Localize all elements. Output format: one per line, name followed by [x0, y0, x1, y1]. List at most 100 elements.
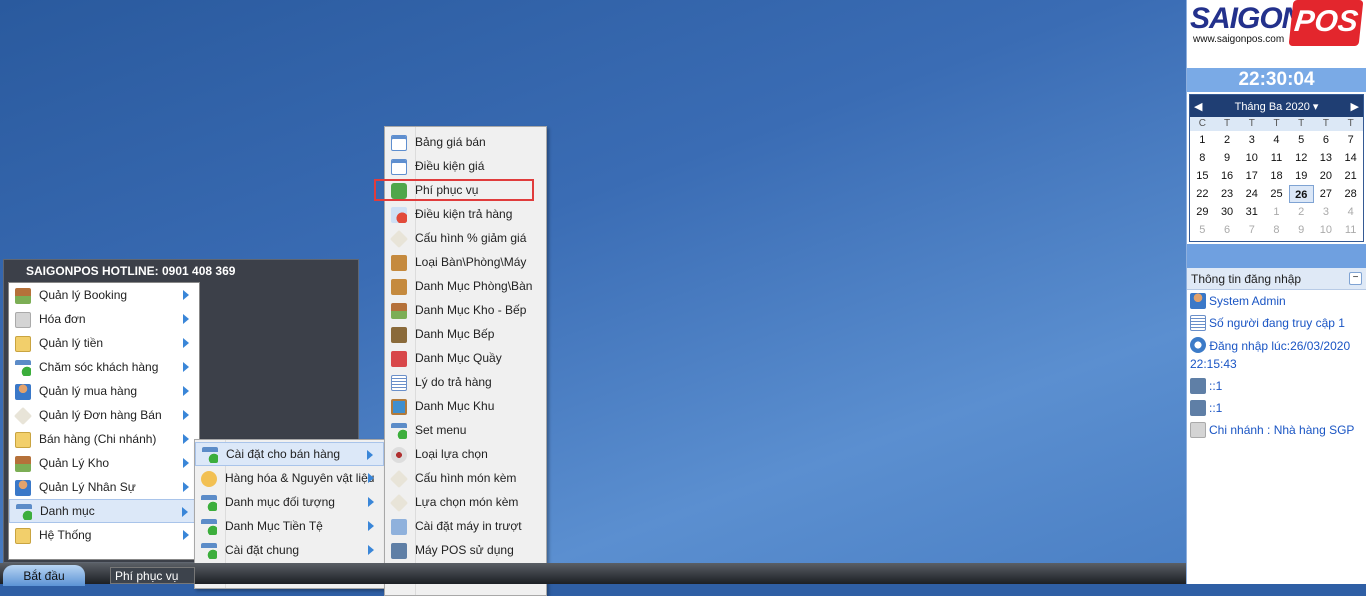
- calendar-day[interactable]: 4: [1264, 131, 1289, 149]
- menu-item[interactable]: Lý do trả hàng: [385, 370, 546, 394]
- branch-text: Chi nhánh : Nhà hàng SGP: [1209, 423, 1355, 437]
- menu-item[interactable]: Danh Mục Quầy: [385, 346, 546, 370]
- menu-item[interactable]: Máy POS sử dụng: [385, 538, 546, 562]
- calendar-day[interactable]: 7: [1239, 221, 1264, 239]
- calendar-day[interactable]: 2: [1289, 203, 1314, 221]
- menu-item[interactable]: Điều kiện trả hàng: [385, 202, 546, 226]
- prev-month-icon[interactable]: ◀: [1194, 100, 1202, 113]
- menu-item[interactable]: Quản lý mua hàng: [9, 379, 199, 403]
- menu-item[interactable]: Loại lựa chọn: [385, 442, 546, 466]
- calendar-day[interactable]: 23: [1215, 185, 1240, 203]
- menu-item-label: Chăm sóc khách hàng: [39, 360, 159, 374]
- menu-item[interactable]: Set menu: [385, 418, 546, 442]
- calendar-day[interactable]: 27: [1314, 185, 1339, 203]
- calendar-day[interactable]: 7: [1338, 131, 1363, 149]
- menu-item[interactable]: Hệ Thống: [9, 523, 199, 547]
- menu-item[interactable]: Danh Mục Bếp: [385, 322, 546, 346]
- menu-item[interactable]: Loại Bàn\Phòng\Máy: [385, 250, 546, 274]
- menu-item[interactable]: Quản lý tiền: [9, 331, 199, 355]
- chevron-right-icon: [183, 530, 189, 540]
- calendar-day[interactable]: 9: [1289, 221, 1314, 239]
- menu-item[interactable]: Danh Mục Phòng\Bàn: [385, 274, 546, 298]
- menu-item[interactable]: Cài đặt cho bán hàng: [195, 442, 384, 466]
- collapse-icon[interactable]: −: [1349, 272, 1362, 285]
- menu-item[interactable]: Danh Mục Khu: [385, 394, 546, 418]
- menu-item[interactable]: Quản Lý Kho: [9, 451, 199, 475]
- calendar-day[interactable]: 19: [1289, 167, 1314, 185]
- calendar-day[interactable]: 4: [1338, 203, 1363, 221]
- calendar-day[interactable]: 18: [1264, 167, 1289, 185]
- chevron-right-icon: [182, 507, 188, 517]
- calendar-day[interactable]: 15: [1190, 167, 1215, 185]
- calendar-day[interactable]: 11: [1338, 221, 1363, 239]
- calendar-day[interactable]: 3: [1314, 203, 1339, 221]
- calendar-day[interactable]: 14: [1338, 149, 1363, 167]
- calendar-day[interactable]: 26: [1288, 185, 1314, 203]
- calendar-day[interactable]: 28: [1338, 185, 1363, 203]
- calendar-day[interactable]: 30: [1215, 203, 1240, 221]
- menu-item[interactable]: Quản Lý Nhân Sự: [9, 475, 199, 499]
- folder-icon: [15, 335, 31, 352]
- chevron-right-icon: [183, 338, 189, 348]
- calendar-day[interactable]: 6: [1215, 221, 1240, 239]
- calendar-day[interactable]: 1: [1190, 131, 1215, 149]
- calendar-day[interactable]: 22: [1190, 185, 1215, 203]
- clock-icon: [1190, 337, 1206, 353]
- menu-item[interactable]: Hàng hóa & Nguyên vật liệu: [195, 466, 384, 490]
- calendar-day[interactable]: 8: [1190, 149, 1215, 167]
- menu-item[interactable]: Hóa đơn: [9, 307, 199, 331]
- calendar-day[interactable]: 16: [1215, 167, 1240, 185]
- menu-item[interactable]: Cài đặt chung: [195, 538, 384, 562]
- calendar-day[interactable]: 17: [1239, 167, 1264, 185]
- calendar-day[interactable]: 10: [1314, 221, 1339, 239]
- calendar-day[interactable]: 10: [1239, 149, 1264, 167]
- calendar-day[interactable]: 6: [1314, 131, 1339, 149]
- computer-icon: [1190, 378, 1206, 394]
- next-month-icon[interactable]: ▶: [1351, 100, 1359, 113]
- calendar-day[interactable]: 8: [1264, 221, 1289, 239]
- calendar-day[interactable]: 21: [1338, 167, 1363, 185]
- calendar-day[interactable]: 31: [1239, 203, 1264, 221]
- chevron-right-icon: [368, 545, 374, 555]
- calendar-day[interactable]: 29: [1190, 203, 1215, 221]
- calendar-day[interactable]: 9: [1215, 149, 1240, 167]
- menu-item[interactable]: Bảng giá bán: [385, 130, 546, 154]
- menu-item-label: Quản lý tiền: [39, 336, 104, 350]
- menu-item[interactable]: Quản lý Đơn hàng Bán: [9, 403, 199, 427]
- weekday-header: C: [1190, 117, 1215, 131]
- calendar-day[interactable]: 3: [1239, 131, 1264, 149]
- menu-item[interactable]: Danh Mục Tiền Tệ: [195, 514, 384, 538]
- menu-item[interactable]: Danh mục: [9, 499, 199, 523]
- start-button[interactable]: Bắt đầu: [3, 565, 85, 586]
- menu-item[interactable]: Cấu hình món kèm: [385, 466, 546, 490]
- calendar-day[interactable]: 11: [1264, 149, 1289, 167]
- calendar-day[interactable]: 12: [1289, 149, 1314, 167]
- login-info-title: Thông tin đăng nhập: [1191, 271, 1302, 286]
- login-time: Đăng nhập lúc:26/03/2020 22:15:43: [1187, 334, 1366, 375]
- menu-item[interactable]: Chăm sóc khách hàng: [9, 355, 199, 379]
- computer-icon: [1190, 400, 1206, 416]
- calendar-day[interactable]: 13: [1314, 149, 1339, 167]
- calendar-day[interactable]: 2: [1215, 131, 1240, 149]
- calendar-day[interactable]: 20: [1314, 167, 1339, 185]
- menu-item-label: Set menu: [415, 423, 467, 437]
- menu-item[interactable]: Điều kiện giá: [385, 154, 546, 178]
- login-time-text: Đăng nhập lúc:26/03/2020 22:15:43: [1190, 339, 1351, 371]
- tree-add-icon: [201, 542, 217, 559]
- calendar-day[interactable]: 1: [1264, 203, 1289, 221]
- calendar-day[interactable]: 5: [1289, 131, 1314, 149]
- menu-item[interactable]: Cài đặt máy in trượt: [385, 514, 546, 538]
- month-selector[interactable]: Tháng Ba 2020 ▾: [1235, 100, 1319, 113]
- calendar-day[interactable]: 25: [1264, 185, 1289, 203]
- menu-item[interactable]: Danh Mục Kho - Bếp: [385, 298, 546, 322]
- menu-item[interactable]: Quản lý Booking: [9, 283, 199, 307]
- menu-item[interactable]: Bán hàng (Chi nhánh): [9, 427, 199, 451]
- menu-item[interactable]: Cấu hình % giảm giá: [385, 226, 546, 250]
- taskbar-item[interactable]: Phí phục vụ: [110, 567, 195, 584]
- menu-item[interactable]: Danh mục đối tượng: [195, 490, 384, 514]
- weekday-header: T: [1313, 117, 1339, 131]
- menu-item[interactable]: Lựa chọn món kèm: [385, 490, 546, 514]
- calendar-day[interactable]: 5: [1190, 221, 1215, 239]
- calendar-day[interactable]: 24: [1239, 185, 1264, 203]
- weekday-header: T: [1264, 117, 1289, 131]
